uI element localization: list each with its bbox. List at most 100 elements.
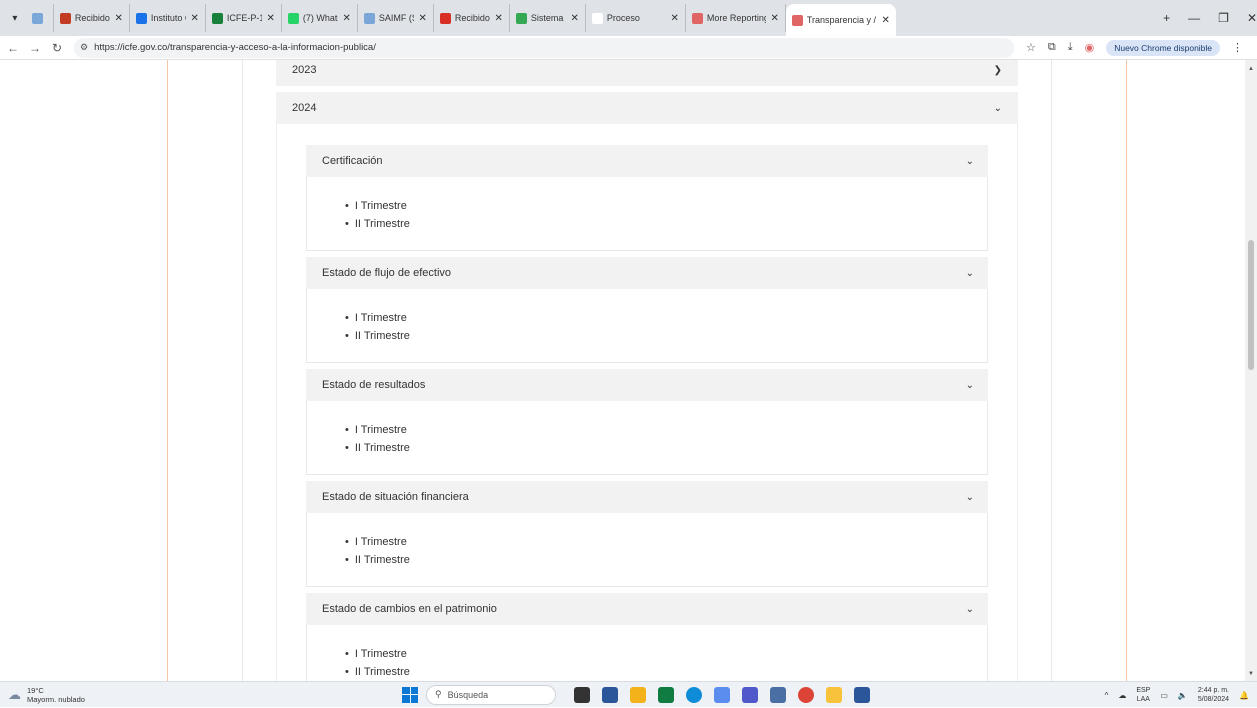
site-info-icon[interactable]: ⚙ — [80, 42, 88, 53]
right-inner-line — [1051, 60, 1052, 681]
browser-tab[interactable]: Recibidos (1.712)✕ — [54, 4, 130, 32]
teams-icon[interactable] — [742, 686, 758, 703]
excel-icon[interactable] — [658, 686, 674, 703]
trimestre-link[interactable]: II Trimestre — [345, 439, 987, 457]
left-inner-line — [242, 60, 243, 681]
accordion-section-header[interactable]: Estado de cambios en el patrimonio ⌄ — [306, 593, 988, 625]
word-icon[interactable] — [854, 686, 870, 703]
tab-title: Sistema de Gesti — [530, 13, 567, 23]
chevron-right-icon: ❯ — [993, 64, 1002, 76]
window-controls: + — ❐ ✕ — [1163, 11, 1257, 25]
trimestre-link[interactable]: I Trimestre — [345, 197, 987, 215]
drive-icon — [515, 12, 527, 24]
chevron-up-icon[interactable]: ^ — [1105, 691, 1109, 700]
browser-tab[interactable]: Instituto Casas F✕ — [130, 4, 206, 32]
scroll-up-icon[interactable]: ▲ — [1248, 66, 1254, 72]
trimestre-link[interactable]: II Trimestre — [345, 551, 987, 569]
section-title: Estado de flujo de efectivo — [322, 267, 452, 279]
accordion-section-body: I TrimestreII Trimestre — [306, 289, 988, 363]
right-accent-line — [1126, 60, 1127, 681]
tab-search-button[interactable]: ▾ — [4, 7, 26, 29]
bookmark-star-icon[interactable]: ☆ — [1026, 41, 1036, 54]
accordion-section-header[interactable]: Estado de resultados ⌄ — [306, 369, 988, 401]
browser-tab[interactable]: Transparencia y / ✕ — [785, 4, 896, 36]
close-tab-icon[interactable]: ✕ — [266, 13, 274, 24]
browser-tab[interactable] — [26, 4, 54, 32]
task-view-icon[interactable] — [574, 686, 590, 703]
back-button[interactable]: ← — [4, 41, 22, 55]
close-tab-icon[interactable]: ✕ — [881, 15, 889, 26]
browser-tab[interactable]: (7) WhatsApp✕ — [282, 4, 358, 32]
edge-icon[interactable] — [686, 686, 702, 703]
page-content: 2023 ❯ 2024 ⌄ Certificación⌄I TrimestreI… — [0, 60, 1245, 681]
browser-tab[interactable]: Sistema de Gesti✕ — [510, 4, 586, 32]
language-indicator[interactable]: ESP LAA — [1136, 686, 1150, 704]
profile-icon[interactable]: ◉ — [1085, 41, 1095, 54]
downloads-icon[interactable]: ⤓ — [1068, 41, 1073, 54]
weather-temp: 19°C — [27, 685, 44, 695]
accordion-section-body: I TrimestreII Trimestre — [306, 513, 988, 587]
chrome-icon[interactable] — [798, 686, 814, 703]
volume-icon[interactable]: 🔈 — [1178, 691, 1188, 700]
browser-tab[interactable]: Proceso ✕ — [586, 4, 686, 32]
tab-title: More Reporting — [706, 13, 767, 23]
trimestre-link[interactable]: I Trimestre — [345, 533, 987, 551]
close-tab-icon[interactable]: ✕ — [342, 13, 350, 24]
start-button[interactable] — [402, 686, 418, 703]
close-tab-icon[interactable]: ✕ — [670, 13, 678, 24]
restore-button[interactable]: ❐ — [1218, 11, 1229, 25]
minimize-button[interactable]: — — [1188, 11, 1200, 25]
accordion-section-header[interactable]: Estado de flujo de efectivo ⌄ — [306, 257, 988, 289]
file-explorer-icon[interactable] — [826, 686, 842, 703]
close-window-button[interactable]: ✕ — [1247, 11, 1257, 25]
trimestre-link[interactable]: I Trimestre — [345, 421, 987, 439]
tools-icon[interactable] — [630, 686, 646, 703]
close-tab-icon[interactable]: ✕ — [418, 13, 426, 24]
toolbar-right: ☆ ⧉ ⤓ ◉ Nuevo Chrome disponible ⋮ — [1026, 39, 1243, 56]
close-tab-icon[interactable]: ✕ — [770, 13, 778, 24]
calculator-icon[interactable] — [602, 686, 618, 703]
close-tab-icon[interactable]: ✕ — [114, 13, 122, 24]
chrome-update-button[interactable]: Nuevo Chrome disponible — [1106, 39, 1221, 56]
paint-icon[interactable] — [714, 686, 730, 703]
scroll-down-icon[interactable]: ▼ — [1248, 671, 1254, 677]
tab-title: SAIMF (Sistema — [378, 13, 415, 23]
new-tab-button[interactable]: + — [1163, 11, 1170, 25]
browser-tab[interactable]: Recibidos (12) -✕ — [434, 4, 510, 32]
close-tab-icon[interactable]: ✕ — [190, 13, 198, 24]
weather-widget[interactable]: ☁ 19°C Mayorm. nublado — [8, 686, 388, 704]
scroll-thumb[interactable] — [1248, 240, 1254, 370]
clock[interactable]: 2:44 p. m. 5/08/2024 — [1198, 686, 1229, 704]
trimestre-link[interactable]: I Trimestre — [345, 645, 987, 663]
browser-tab[interactable]: SAIMF (Sistema✕ — [358, 4, 434, 32]
blank-icon — [591, 12, 603, 24]
trimestre-link[interactable]: II Trimestre — [345, 663, 987, 681]
browser-tab[interactable]: More Reporting ✕ — [686, 4, 786, 32]
close-tab-icon[interactable]: ✕ — [570, 13, 578, 24]
browser-tab[interactable]: ICFE-P-110-F-01✕ — [206, 4, 282, 32]
close-tab-icon[interactable]: ✕ — [494, 13, 502, 24]
trimestre-link[interactable]: II Trimestre — [345, 327, 987, 345]
windows-taskbar: ☁ 19°C Mayorm. nublado ⚲ Búsqueda ^ ☁ ES… — [0, 681, 1257, 707]
notification-bell-icon[interactable]: 🔔 — [1239, 691, 1249, 700]
weather-desc: Mayorm. nublado — [27, 694, 85, 704]
address-bar[interactable]: ⚙ https://icfe.gov.co/transparencia-y-ac… — [74, 37, 1014, 58]
accordion-section-header[interactable]: Certificación ⌄ — [306, 145, 988, 177]
taskbar-apps — [574, 686, 870, 703]
tab-title: ICFE-P-110-F-01 — [226, 13, 263, 23]
reload-button[interactable]: ↻ — [48, 41, 66, 55]
menu-icon[interactable]: ⋮ — [1232, 41, 1243, 54]
accordion-section-header[interactable]: Estado de situación financiera ⌄ — [306, 481, 988, 513]
forward-button[interactable]: → — [26, 41, 44, 55]
taskbar-search[interactable]: ⚲ Búsqueda — [426, 684, 556, 705]
extensions-icon[interactable]: ⧉ — [1048, 41, 1056, 54]
accordion-2024[interactable]: 2024 ⌄ — [276, 92, 1018, 124]
trimestre-link[interactable]: II Trimestre — [345, 215, 987, 233]
display-icon[interactable]: ▭ — [1160, 691, 1168, 700]
accordion-2023[interactable]: 2023 ❯ — [276, 60, 1018, 86]
page-scrollbar[interactable]: ▲ ▼ — [1245, 60, 1257, 681]
notepad-icon[interactable] — [770, 686, 786, 703]
section-title: Estado de resultados — [322, 379, 426, 391]
trimestre-link[interactable]: I Trimestre — [345, 309, 987, 327]
network-icon[interactable]: ☁ — [1118, 691, 1126, 700]
